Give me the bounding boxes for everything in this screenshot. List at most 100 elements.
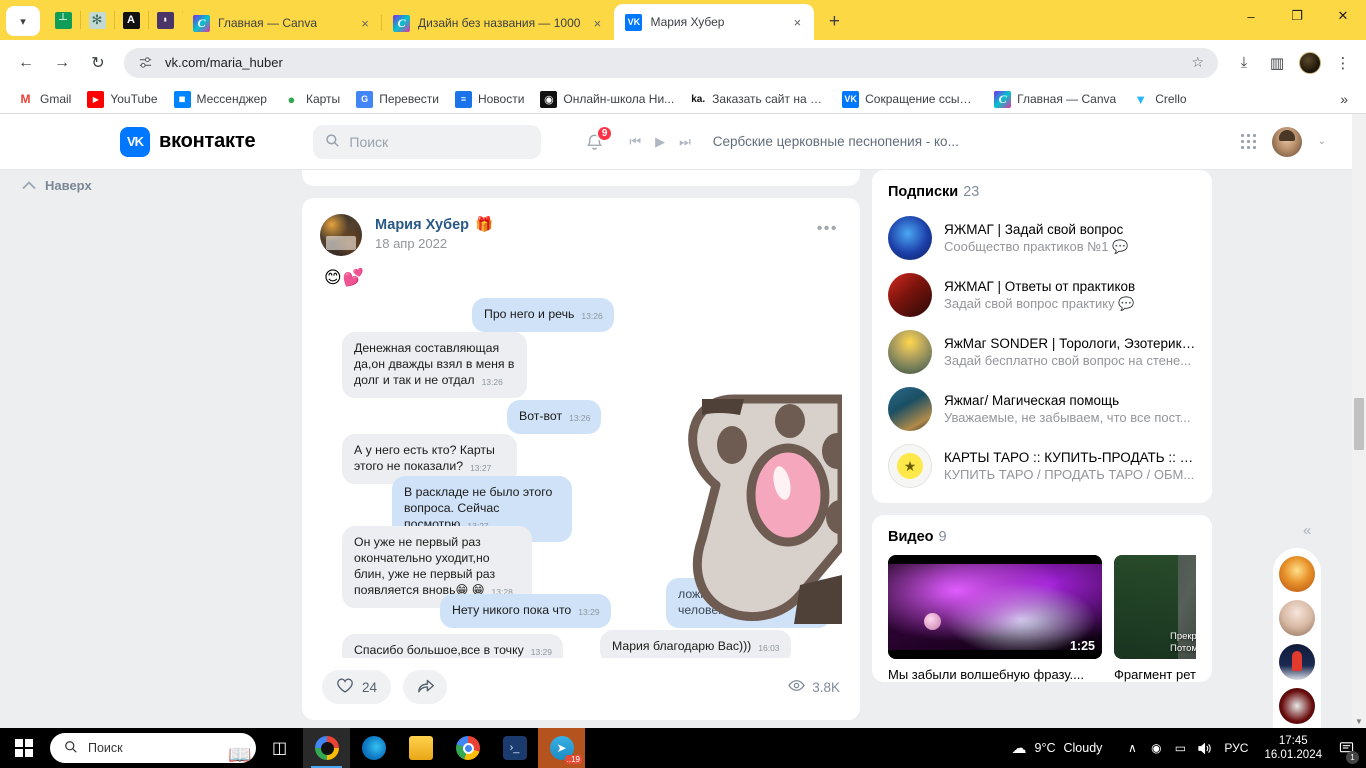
avatar[interactable] [888,273,932,317]
pinned-tab-google-sheets[interactable]: ┴ [46,3,81,37]
story-avatar[interactable] [1279,644,1315,680]
player-track-title[interactable]: Сербские церковные песнопения - ко... [713,134,959,149]
video-item[interactable]: Прекрасно раб Потому что Фрагмент ретр [1114,555,1196,682]
bookmark-youtube[interactable]: ▶ YouTube [80,88,164,111]
post-attachment-chat-screenshot[interactable]: Про него и речь 13:26 Денежная составляющ… [320,296,842,658]
story-avatar[interactable] [1279,556,1315,592]
scrollbar-down-arrow-icon[interactable]: ▼ [1355,717,1363,726]
windows-start-button[interactable] [0,728,48,768]
video-caption[interactable]: Мы забыли волшебную фразу.... [888,667,1102,682]
search-doodle-icon: 📖 [228,745,252,763]
minimize-button[interactable]: – [1228,0,1274,32]
group-description: Задай бесплатно свой вопрос на стене... [944,353,1192,368]
search-input[interactable]: Поиск [313,124,542,159]
bookmark-translate[interactable]: G Перевести [349,88,446,111]
language-indicator[interactable]: РУС [1216,728,1256,768]
list-item[interactable]: ЯЖМАГ | Ответы от практиков Задай свой в… [888,267,1196,324]
list-item[interactable]: Яжмаг/ Магическая помощь Уважаемые, не з… [888,381,1196,438]
taskbar-brave-button[interactable] [303,728,350,768]
bookmark-messenger[interactable]: ◾ Мессенджер [167,88,274,111]
downloads-icon[interactable]: ⤓ [1229,48,1259,78]
scroll-to-top-button[interactable]: Наверх [22,178,92,193]
close-tab-icon[interactable]: × [788,13,806,31]
weather-widget[interactable]: ☁ 9°C Cloudy [1012,739,1103,757]
post-date[interactable]: 18 апр 2022 [375,236,493,251]
apps-grid-icon[interactable] [1240,134,1256,149]
post-author-avatar[interactable] [320,214,362,256]
video-thumbnail[interactable]: 1:25 [888,555,1102,659]
avatar[interactable] [888,216,932,260]
back-button[interactable]: ← [11,48,41,78]
browser-tab-canva-design[interactable]: C Дизайн без названия — 1000 × [380,6,615,40]
forward-button[interactable]: → [47,48,77,78]
list-item[interactable]: ЯжМаг SONDER | Торологи, Эзотерика, ... … [888,324,1196,381]
collapse-stories-rail-icon[interactable]: « [1303,522,1311,539]
post-more-options-icon[interactable]: ••• [817,220,838,238]
show-hidden-icons-button[interactable]: ∧ [1120,728,1144,768]
page-scrollbar[interactable]: ▼ [1352,114,1366,728]
player-next-icon[interactable]: ⏭ [679,134,691,150]
pinned-tab-purple-app[interactable]: ▮ [148,3,183,37]
story-avatar[interactable] [1279,600,1315,636]
bookmark-maps[interactable]: ● Карты [276,88,347,111]
close-tab-icon[interactable]: × [356,14,374,32]
task-view-button[interactable]: ◫ [256,728,303,768]
side-panel-icon[interactable]: ▥ [1262,48,1292,78]
story-avatar[interactable] [1279,688,1315,724]
video-thumbnail[interactable]: Прекрасно раб Потому что [1114,555,1196,659]
user-avatar[interactable] [1271,126,1302,157]
account-menu-chevron-down-icon[interactable]: ⌄ [1318,136,1326,147]
site-settings-tune-icon[interactable] [138,55,153,70]
taskbar-powershell-button[interactable]: ›_ [491,728,538,768]
browser-tab-vk-maria-huber[interactable]: VK Мария Хубер × [614,4,815,40]
bookmark-canva-home[interactable]: C Главная — Canva [987,88,1123,111]
notifications-icon[interactable]: 1 [1332,728,1360,768]
avatar[interactable] [888,387,932,431]
chat-bubble-outgoing: Вот-вот 13:26 [507,400,602,434]
maximize-button[interactable]: ❐ [1274,0,1320,32]
share-button[interactable] [403,670,448,704]
bookmark-gmail[interactable]: M Gmail [10,88,78,111]
tab-search-chevron-down-icon[interactable]: ▾ [6,6,40,36]
url-text[interactable]: vk.com/maria_huber [165,55,1179,70]
avatar[interactable]: ★ [888,444,932,488]
player-prev-icon[interactable]: ⏮ [629,134,641,150]
onedrive-icon[interactable]: ◉ [1144,728,1168,768]
battery-icon[interactable]: ▭ [1168,728,1192,768]
notifications-bell-icon[interactable]: 9 [581,124,614,155]
new-tab-button[interactable]: + [820,8,848,36]
vk-logo-link[interactable]: VK вконтакте [120,126,256,157]
browser-tab-canva-home[interactable]: C Главная — Canva × [182,6,382,40]
bookmark-order-site[interactable]: ka. Заказать сайт на Ти... [683,88,833,111]
list-item[interactable]: ЯЖМАГ | Задай свой вопрос Сообщество пра… [888,210,1196,267]
taskbar-telegram-button[interactable]: ➤ ..19 [538,728,585,768]
taskbar-chrome-button[interactable] [444,728,491,768]
taskbar-edge-button[interactable] [350,728,397,768]
bookmark-link-shortener[interactable]: VK Сокращение ссылок [835,88,985,111]
bookmark-online-school[interactable]: ◉ Онлайн-школа Ни... [533,88,681,111]
pinned-tab-chatgpt[interactable]: ✻ [80,3,115,37]
taskbar-file-explorer-button[interactable] [397,728,444,768]
bookmark-star-icon[interactable]: ☆ [1191,54,1204,71]
address-bar[interactable]: vk.com/maria_huber ☆ [124,47,1218,78]
player-play-icon[interactable]: ▶ [655,134,665,150]
taskbar-search-input[interactable]: Поиск 📖 [50,733,256,763]
volume-icon[interactable] [1192,728,1216,768]
bookmark-crello[interactable]: ▼ Crello [1125,88,1193,111]
like-button[interactable]: 24 [322,670,392,704]
close-window-button[interactable]: ✕ [1320,0,1366,32]
browser-profile-avatar[interactable] [1295,48,1325,78]
pinned-tab-adobe[interactable]: A [114,3,149,37]
avatar[interactable] [888,330,932,374]
chrome-menu-icon[interactable]: ⋮ [1328,48,1358,78]
bookmark-news[interactable]: ≡ Новости [448,88,531,111]
video-caption[interactable]: Фрагмент ретр [1114,667,1196,682]
reload-button[interactable]: ↻ [83,48,113,78]
scrollbar-thumb[interactable] [1354,398,1364,450]
post-author-name[interactable]: Мария Хубер 🎁 [375,216,493,234]
bookmarks-overflow-icon[interactable]: » [1332,91,1356,107]
taskbar-clock[interactable]: 17:45 16.01.2024 [1256,734,1332,762]
list-item[interactable]: ★ КАРТЫ ТАРО :: КУПИТЬ-ПРОДАТЬ :: ОБ... … [888,438,1196,495]
close-tab-icon[interactable]: × [588,14,606,32]
video-item[interactable]: 1:25 Мы забыли волшебную фразу.... [888,555,1102,682]
